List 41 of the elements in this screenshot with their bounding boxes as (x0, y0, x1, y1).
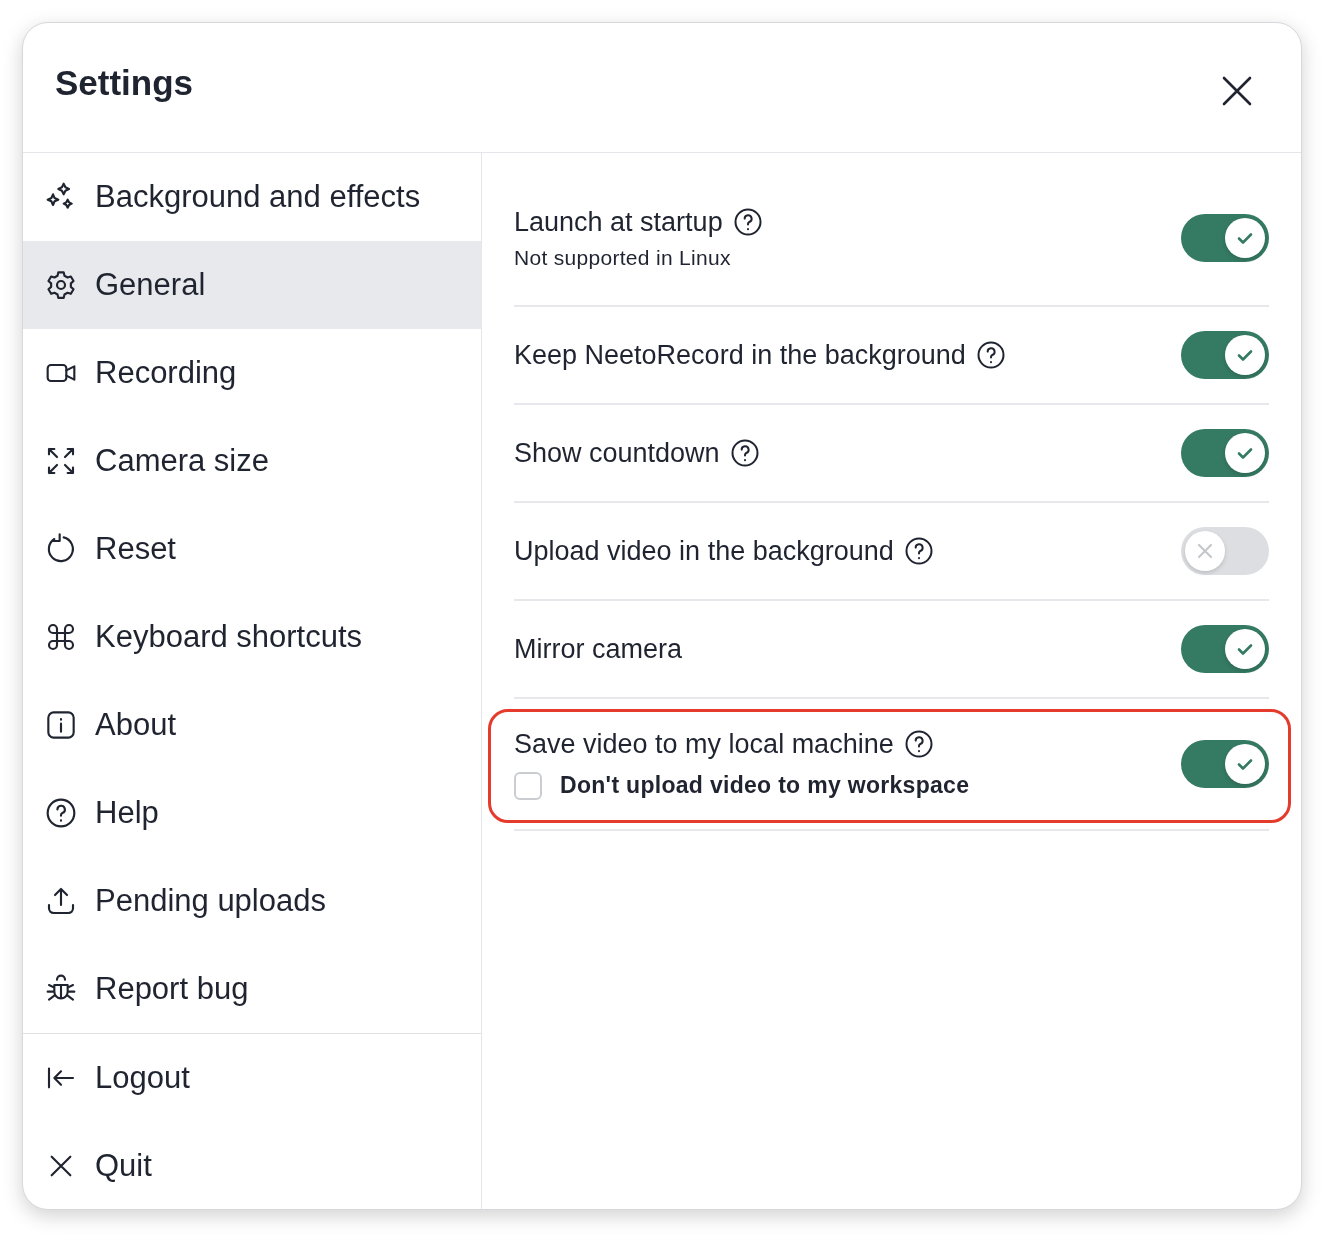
toggle-switch[interactable] (1181, 527, 1269, 575)
sidebar-item[interactable]: Recording (23, 329, 481, 417)
setting-label: Keep NeetoRecord in the background (514, 339, 966, 371)
help-icon (45, 797, 77, 829)
toggle-switch[interactable] (1181, 331, 1269, 379)
help-icon[interactable] (903, 536, 934, 566)
toggle-switch[interactable] (1181, 625, 1269, 673)
sidebar-item[interactable]: Help (23, 769, 481, 857)
info-icon (45, 709, 77, 741)
help-icon[interactable] (732, 207, 763, 237)
setting-label: Launch at startup (514, 206, 723, 238)
command-key-icon (45, 621, 77, 653)
window-title: Settings (55, 62, 194, 103)
help-icon[interactable] (729, 438, 760, 468)
sidebar-item[interactable]: General (23, 241, 481, 329)
sidebar-item[interactable]: Keyboard shortcuts (23, 593, 481, 681)
upload-icon (45, 885, 77, 917)
sidebar-item[interactable]: Logout (23, 1034, 481, 1122)
expand-arrows-icon (45, 445, 77, 477)
checkbox-label: Don't upload video to my workspace (560, 772, 970, 799)
checkbox[interactable] (514, 771, 542, 800)
sidebar-item[interactable]: About (23, 681, 481, 769)
setting-label: Upload video in the background (514, 535, 894, 567)
setting-note: Not supported in Linux (514, 245, 732, 270)
toggle-switch[interactable] (1181, 214, 1269, 262)
setting-label: Show countdown (514, 437, 720, 469)
sidebar-item[interactable]: Quit (23, 1122, 481, 1209)
setting-label: Mirror camera (514, 633, 682, 665)
sidebar-item[interactable]: Pending uploads (23, 857, 481, 945)
sidebar-item[interactable]: Camera size (23, 417, 481, 505)
sidebar-item[interactable]: Background and effects (23, 153, 481, 241)
x-icon (1195, 541, 1215, 561)
close-icon[interactable] (1221, 74, 1253, 107)
toggle-switch[interactable] (1181, 740, 1269, 788)
setting-label: Save video to my local machine (514, 728, 894, 760)
help-icon[interactable] (903, 729, 934, 759)
sidebar-item[interactable]: Reset (23, 505, 481, 593)
toggle-switch[interactable] (1181, 429, 1269, 477)
sidebar-item[interactable]: Report bug (23, 945, 481, 1033)
help-icon[interactable] (975, 340, 1006, 370)
gear-icon (45, 269, 77, 301)
